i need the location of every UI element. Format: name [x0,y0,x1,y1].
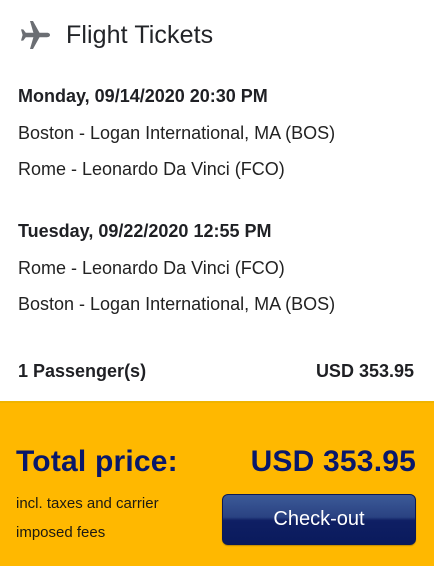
flight-return: Tuesday, 09/22/2020 12:55 PM Rome - Leon… [18,219,418,316]
flight-destination: Boston - Logan International, MA (BOS) [18,294,336,314]
flight-outbound: Monday, 09/14/2020 20:30 PM Boston - Log… [18,84,418,181]
fees-note: incl. taxes and carrier imposed fees [16,495,159,541]
flight-origin: Rome - Leonardo Da Vinci (FCO) [18,258,285,278]
passengers-summary: 1 Passenger(s) USD 353.95 [18,358,414,384]
total-price-value: USD 353.95 [250,445,416,478]
flight-date: Tuesday, 09/22/2020 12:55 PM [18,221,272,241]
flight-date: Monday, 09/14/2020 20:30 PM [18,86,268,106]
flight-destination: Rome - Leonardo Da Vinci (FCO) [18,159,285,179]
passengers-label: 1 Passenger(s) [18,360,147,381]
header: Flight Tickets [18,18,213,52]
page-title: Flight Tickets [66,20,214,49]
passengers-price: USD 353.95 [315,360,414,381]
airplane-icon [18,18,52,52]
flight-origin: Boston - Logan International, MA (BOS) [18,123,336,143]
flight-tickets-page: Flight Tickets Monday, 09/14/2020 20:30 … [0,0,434,566]
total-panel: Total price: USD 353.95 incl. taxes and … [0,403,434,566]
checkout-button[interactable]: Check-out [222,494,416,545]
total-price-label: Total price: [16,445,178,478]
